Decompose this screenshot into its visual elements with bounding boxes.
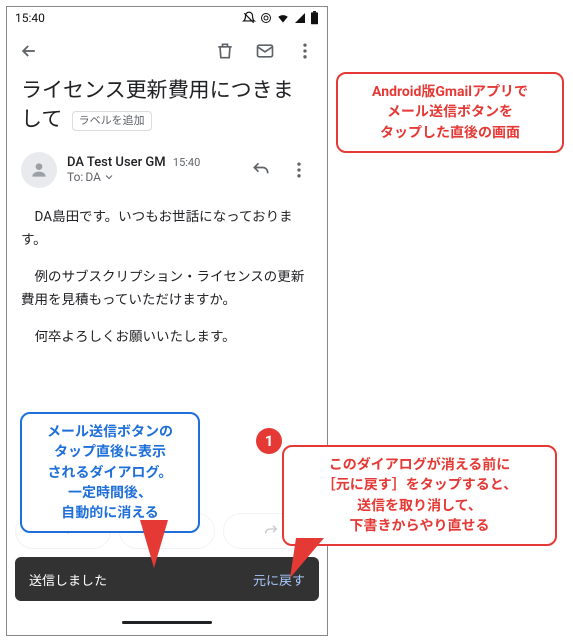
callout-left-tail <box>140 520 180 570</box>
email-subject: ライセンス更新費用につきまして ラベルを追加 <box>7 73 327 144</box>
data-icon <box>260 12 272 24</box>
delete-button[interactable] <box>211 37 239 65</box>
callout-right-tail <box>290 538 330 580</box>
snackbar-text: 送信しました <box>29 570 107 589</box>
recipient-row[interactable]: To: DA <box>67 170 237 184</box>
avatar <box>21 152 57 188</box>
avatar-icon <box>29 160 49 180</box>
more-vert-icon <box>289 160 309 180</box>
signal-icon <box>294 12 306 24</box>
sender-row[interactable]: DA Test User GM 15:40 To: DA <box>7 144 327 196</box>
chevron-down-icon <box>103 171 115 183</box>
message-more-button[interactable] <box>285 156 313 184</box>
more-button[interactable] <box>291 37 319 65</box>
subject-text: ライセンス更新費用につきまして <box>21 79 294 132</box>
more-vert-icon <box>295 41 315 61</box>
mark-unread-button[interactable] <box>251 37 279 65</box>
email-body: DA島田です。いつもお世話になっております。 例のサブスクリプション・ライセンス… <box>7 196 327 377</box>
callout-top: Android版Gmailアプリで メール送信ボタンを タップした直後の画面 <box>336 72 564 153</box>
nav-handle-icon[interactable] <box>122 621 212 624</box>
badge-1: 1 <box>256 428 282 454</box>
body-p2: 例のサブスクリプション・ライセンスの更新費用を見積もっていただけますか。 <box>21 266 313 312</box>
reply-button[interactable] <box>247 156 275 184</box>
sender-name: DA Test User GM <box>67 155 166 170</box>
back-arrow-icon <box>19 41 39 61</box>
status-bar: 15:40 <box>7 7 327 29</box>
mail-icon <box>255 41 275 61</box>
add-label-chip[interactable]: ラベルを追加 <box>72 111 152 130</box>
dnd-icon <box>242 11 256 25</box>
to-prefix: To: <box>67 170 83 184</box>
trash-icon <box>215 41 235 61</box>
sender-time: 15:40 <box>173 156 200 169</box>
status-icons <box>242 11 319 25</box>
forward-icon <box>263 523 279 539</box>
battery-icon <box>310 11 319 25</box>
body-p3: 何卒よろしくお願いいたします。 <box>21 326 313 349</box>
sender-info: DA Test User GM 15:40 To: DA <box>67 155 237 184</box>
to-name: DA <box>85 170 101 184</box>
callout-right: このダイアログが消える前に ［元に戻す］をタップすると、 送信を取り消して、 下… <box>282 445 557 546</box>
back-button[interactable] <box>15 37 43 65</box>
reply-icon <box>251 160 271 180</box>
wifi-icon <box>276 11 290 25</box>
nav-bar <box>7 609 327 635</box>
app-bar <box>7 29 327 73</box>
body-p1: DA島田です。いつもお世話になっております。 <box>21 206 313 252</box>
status-time: 15:40 <box>15 11 45 25</box>
callout-left: メール送信ボタンの タップ直後に表示 されるダイアログ。 一定時間後、 自動的に… <box>20 412 200 533</box>
